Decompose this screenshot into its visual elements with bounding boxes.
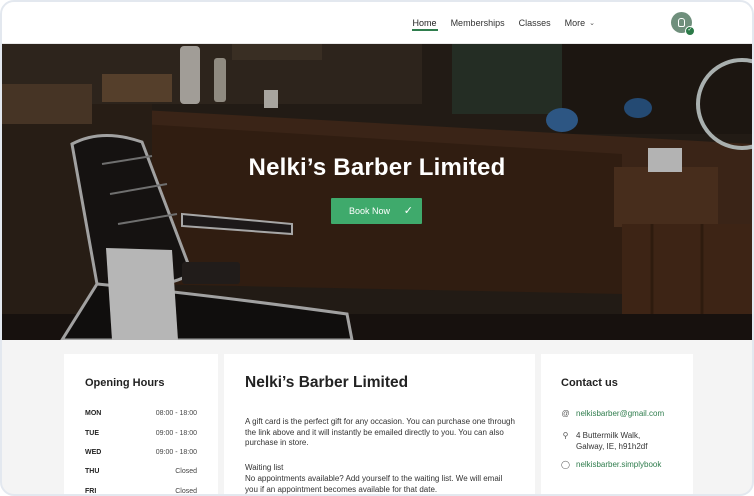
chevron-down-icon: ⌄ <box>589 20 595 27</box>
user-avatar[interactable]: ✓ <box>671 12 695 36</box>
contact-email-row[interactable]: @ nelkisbarber@gmail.com <box>561 409 664 420</box>
nav-more-dropdown[interactable]: More ⌄ <box>558 2 602 44</box>
hours-day: THU <box>85 468 100 475</box>
opening-hours-card: Opening Hours MON 08:00 - 18:00 TUE 09:0… <box>64 354 218 495</box>
nav-home[interactable]: Home <box>406 2 444 44</box>
hero-banner: Nelki’s Barber Limited Book Now ✓ <box>2 44 752 340</box>
contact-address: 4 Buttermilk Walk, Galway, IE, h91h2df <box>576 431 647 452</box>
nav-classes-label: Classes <box>518 18 551 28</box>
nav-memberships[interactable]: Memberships <box>444 2 512 44</box>
top-navigation-bar: Home Memberships Classes More ⌄ ✓ <box>2 2 752 44</box>
hours-time: 09:00 - 18:00 <box>155 449 197 456</box>
hours-row-fri: FRI Closed <box>85 488 197 495</box>
hours-day: WED <box>85 449 102 456</box>
contact-website-link[interactable]: nelkisbarber.simplybook <box>576 460 661 471</box>
hours-day: FRI <box>85 488 97 495</box>
waiting-list-text: No appointments available? Add yourself … <box>245 474 503 494</box>
location-pin-icon: ⚲ <box>562 431 569 440</box>
hours-row-tue: TUE 09:00 - 18:00 <box>85 430 197 437</box>
hours-time: 09:00 - 18:00 <box>155 430 197 437</box>
hours-row-mon: MON 08:00 - 18:00 <box>85 410 197 417</box>
gift-card-text: A gift card is the perfect gift for any … <box>245 417 515 448</box>
contact-email-link[interactable]: nelkisbarber@gmail.com <box>576 409 664 420</box>
nav-classes[interactable]: Classes <box>512 2 558 44</box>
address-line-1: 4 Buttermilk Walk, <box>576 431 641 440</box>
nav-more-label: More <box>564 18 586 28</box>
contact-address-row: ⚲ 4 Buttermilk Walk, Galway, IE, h91h2df <box>561 431 648 452</box>
hours-time: Closed <box>175 488 197 495</box>
book-now-label: Book Now <box>349 206 391 216</box>
checkmark-badge-icon: ✓ <box>685 26 695 36</box>
about-card: Nelki’s Barber Limited A gift card is th… <box>224 354 535 494</box>
contact-website-row[interactable]: ◯ nelkisbarber.simplybook <box>561 460 661 471</box>
waiting-list-heading: Waiting list <box>245 463 284 472</box>
nav-memberships-label: Memberships <box>450 18 505 28</box>
hours-day: MON <box>85 410 102 417</box>
hours-row-thu: THU Closed <box>85 468 197 475</box>
about-title: Nelki’s Barber Limited <box>245 374 409 391</box>
browser-frame: Home Memberships Classes More ⌄ ✓ Nelki’… <box>0 0 754 496</box>
hours-time: 08:00 - 18:00 <box>155 410 197 417</box>
hours-day: TUE <box>85 430 99 437</box>
barbershop-background-image <box>2 44 752 340</box>
contact-title: Contact us <box>561 377 618 389</box>
main-nav: Home Memberships Classes More ⌄ <box>406 2 602 44</box>
book-now-button[interactable]: Book Now ✓ <box>331 198 422 224</box>
at-sign-icon: @ <box>561 409 570 418</box>
contact-card: Contact us @ nelkisbarber@gmail.com ⚲ 4 … <box>541 354 693 494</box>
opening-hours-title: Opening Hours <box>85 377 165 389</box>
hours-row-wed: WED 09:00 - 18:00 <box>85 449 197 456</box>
globe-icon: ◯ <box>561 460 570 469</box>
user-icon <box>678 18 685 27</box>
checkmark-icon: ✓ <box>403 205 413 217</box>
hero-title: Nelki’s Barber Limited <box>248 154 506 181</box>
address-line-2: Galway, IE, h91h2df <box>576 441 648 451</box>
hours-time: Closed <box>175 468 197 475</box>
nav-home-label: Home <box>412 18 437 28</box>
